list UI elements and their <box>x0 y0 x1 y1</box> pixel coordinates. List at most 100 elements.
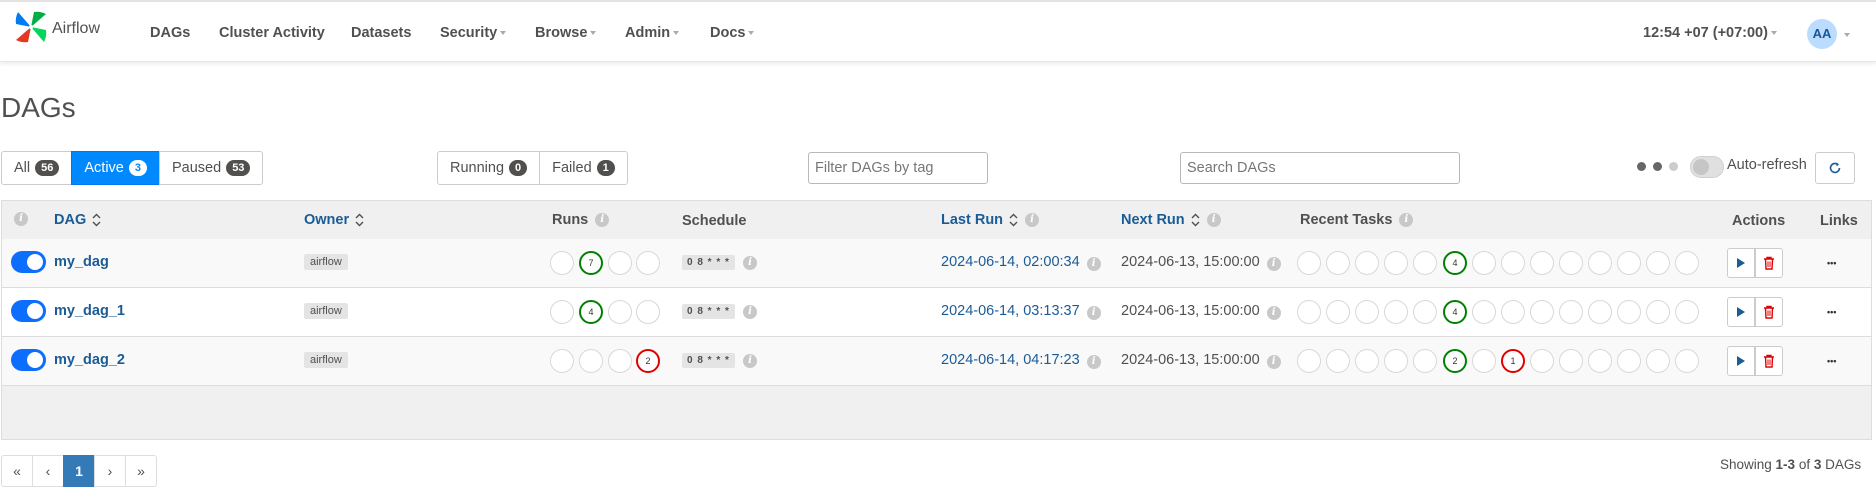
info-icon[interactable]: i <box>14 212 28 226</box>
dag-name-link[interactable]: my_dag_2 <box>54 352 125 368</box>
timezone-clock[interactable]: 12:54 +07 (+07:00) <box>1643 25 1777 41</box>
task-state-circle[interactable] <box>1326 251 1350 275</box>
auto-refresh-toggle[interactable] <box>1690 156 1724 178</box>
info-icon[interactable]: i <box>1086 355 1101 369</box>
prev-page-button[interactable]: ‹ <box>32 455 64 487</box>
task-state-circle[interactable] <box>1472 349 1496 373</box>
task-state-circle[interactable] <box>1617 251 1641 275</box>
task-state-circle[interactable] <box>1297 349 1321 373</box>
task-state-circle[interactable] <box>1646 251 1670 275</box>
dag-name-link[interactable]: my_dag_1 <box>54 303 125 319</box>
info-icon[interactable]: i <box>1399 213 1414 227</box>
nav-security[interactable]: Security <box>440 25 506 41</box>
task-state-circle[interactable]: 4 <box>1443 251 1467 275</box>
info-icon[interactable]: i <box>1266 355 1281 369</box>
more-links-icon[interactable]: ••• <box>1827 356 1836 366</box>
task-state-circle[interactable] <box>1501 251 1525 275</box>
task-state-circle[interactable] <box>1472 251 1496 275</box>
info-icon[interactable]: i <box>743 256 757 270</box>
dag-name-link[interactable]: my_dag <box>54 254 109 270</box>
run-state-circle[interactable]: 7 <box>579 251 603 275</box>
nav-browse[interactable]: Browse <box>535 25 596 41</box>
run-state-circle[interactable]: 4 <box>579 300 603 324</box>
chevron-down-icon[interactable] <box>1844 33 1850 37</box>
task-state-circle[interactable] <box>1559 349 1583 373</box>
task-state-circle[interactable] <box>1559 300 1583 324</box>
run-state-circle[interactable] <box>636 251 660 275</box>
task-state-circle[interactable]: 2 <box>1443 349 1467 373</box>
task-state-circle[interactable] <box>1588 300 1612 324</box>
trigger-dag-button[interactable] <box>1727 248 1755 278</box>
nav-dags[interactable]: DAGs <box>150 25 190 41</box>
task-state-circle[interactable] <box>1384 251 1408 275</box>
filter-running-button[interactable]: Running 0 <box>437 151 541 185</box>
owner-tag[interactable]: airflow <box>304 352 348 368</box>
header-owner[interactable]: Owner <box>304 212 364 228</box>
first-page-button[interactable]: « <box>1 455 33 487</box>
header-last-run[interactable]: Last Run i <box>941 212 1040 228</box>
task-state-circle[interactable] <box>1326 300 1350 324</box>
task-state-circle[interactable] <box>1355 349 1379 373</box>
next-page-button[interactable]: › <box>94 455 126 487</box>
filter-active-button[interactable]: Active 3 <box>71 151 160 185</box>
run-state-circle[interactable] <box>608 251 632 275</box>
info-icon[interactable]: i <box>1025 213 1040 227</box>
task-state-circle[interactable] <box>1413 251 1437 275</box>
search-dags-input[interactable] <box>1180 152 1460 184</box>
task-state-circle[interactable] <box>1326 349 1350 373</box>
run-state-circle[interactable] <box>608 349 632 373</box>
refresh-button[interactable] <box>1815 152 1855 184</box>
task-state-circle[interactable] <box>1675 349 1699 373</box>
run-state-circle[interactable] <box>550 300 574 324</box>
task-state-circle[interactable] <box>1355 300 1379 324</box>
run-state-circle[interactable] <box>608 300 632 324</box>
task-state-circle[interactable] <box>1675 300 1699 324</box>
user-avatar[interactable]: AA <box>1807 19 1837 49</box>
task-state-circle[interactable] <box>1297 251 1321 275</box>
page-1-button[interactable]: 1 <box>63 455 95 487</box>
nav-datasets[interactable]: Datasets <box>351 25 411 41</box>
more-links-icon[interactable]: ••• <box>1827 258 1836 268</box>
last-run-link[interactable]: 2024-06-14, 03:13:37 i <box>941 303 1101 320</box>
nav-cluster-activity[interactable]: Cluster Activity <box>219 25 325 41</box>
info-icon[interactable]: i <box>1206 213 1221 227</box>
run-state-circle[interactable] <box>636 300 660 324</box>
task-state-circle[interactable] <box>1355 251 1379 275</box>
task-state-circle[interactable] <box>1559 251 1583 275</box>
task-state-circle[interactable] <box>1384 349 1408 373</box>
owner-tag[interactable]: airflow <box>304 254 348 270</box>
task-state-circle[interactable] <box>1675 251 1699 275</box>
more-links-icon[interactable]: ••• <box>1827 307 1836 317</box>
last-run-link[interactable]: 2024-06-14, 04:17:23 i <box>941 352 1101 369</box>
trigger-dag-button[interactable] <box>1727 297 1755 327</box>
task-state-circle[interactable] <box>1588 251 1612 275</box>
task-state-circle[interactable] <box>1646 349 1670 373</box>
filter-all-button[interactable]: All 56 <box>1 151 73 185</box>
nav-admin[interactable]: Admin <box>625 25 679 41</box>
info-icon[interactable]: i <box>1266 257 1281 271</box>
dag-pause-toggle[interactable] <box>11 349 46 371</box>
info-icon[interactable]: i <box>595 213 610 227</box>
task-state-circle[interactable] <box>1413 349 1437 373</box>
task-state-circle[interactable] <box>1297 300 1321 324</box>
run-state-circle[interactable]: 2 <box>636 349 660 373</box>
brand[interactable]: Airflow <box>14 10 100 44</box>
task-state-circle[interactable]: 1 <box>1501 349 1525 373</box>
task-state-circle[interactable] <box>1530 349 1554 373</box>
dag-pause-toggle[interactable] <box>11 300 46 322</box>
task-state-circle[interactable] <box>1413 300 1437 324</box>
delete-dag-button[interactable] <box>1755 346 1783 376</box>
task-state-circle[interactable] <box>1617 300 1641 324</box>
last-run-link[interactable]: 2024-06-14, 02:00:34 i <box>941 254 1101 271</box>
task-state-circle[interactable] <box>1588 349 1612 373</box>
header-dag[interactable]: DAG <box>54 212 101 228</box>
task-state-circle[interactable] <box>1530 251 1554 275</box>
task-state-circle[interactable] <box>1501 300 1525 324</box>
owner-tag[interactable]: airflow <box>304 303 348 319</box>
dag-pause-toggle[interactable] <box>11 251 46 273</box>
header-next-run[interactable]: Next Run i <box>1121 212 1221 228</box>
task-state-circle[interactable] <box>1530 300 1554 324</box>
nav-docs[interactable]: Docs <box>710 25 754 41</box>
run-state-circle[interactable] <box>550 251 574 275</box>
tag-filter-input[interactable] <box>808 152 988 184</box>
